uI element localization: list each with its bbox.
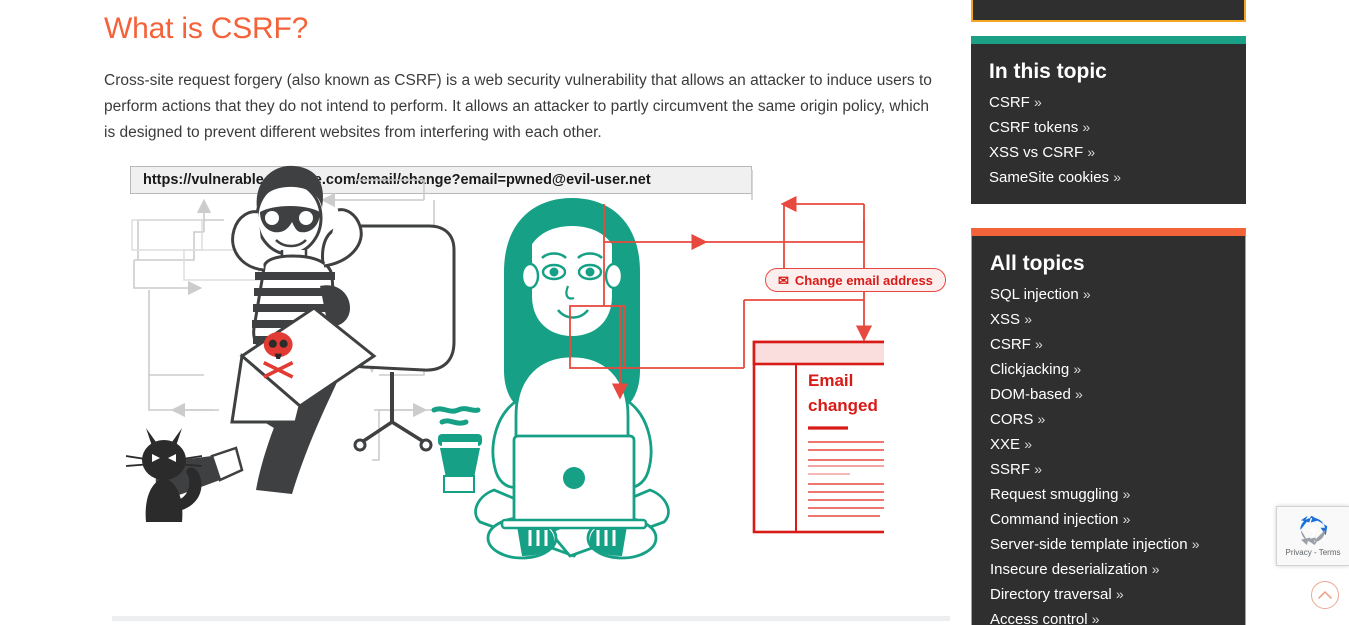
sidebar-item-label: Server-side template injection (990, 536, 1188, 553)
sidebar-item-label: Insecure deserialization (990, 561, 1148, 578)
attacker-figure (155, 165, 456, 496)
chevron-right-icon: » (1075, 386, 1083, 402)
all-topics-heading: All topics (990, 252, 1085, 275)
list-item: XSS vs CSRF » (989, 140, 1246, 165)
chevron-right-icon: » (1091, 611, 1100, 625)
sidebar-item-xss[interactable]: XSS » (990, 307, 1245, 332)
victim-figure (474, 198, 670, 560)
chevron-right-icon: » (1113, 169, 1122, 185)
chevron-right-icon: » (1191, 536, 1200, 552)
sidebar-item-request-smuggling[interactable]: Request smuggling » (990, 482, 1245, 507)
list-item: CSRF » (990, 332, 1245, 357)
sidebar-item-label: CORS (990, 411, 1034, 428)
intro-paragraph: Cross-site request forgery (also known a… (104, 72, 932, 141)
list-item: Request smuggling » (990, 482, 1245, 507)
chevron-right-icon: » (1151, 561, 1160, 577)
sidebar-item-csrf[interactable]: CSRF » (989, 90, 1246, 115)
cat-figure (125, 428, 203, 522)
change-email-pill: ✉ Change email address (765, 268, 946, 292)
sidebar-item-label: DOM-based (990, 386, 1071, 403)
chevron-right-icon: » (1115, 586, 1124, 602)
list-item: Directory traversal » (990, 582, 1245, 607)
recaptcha-legal-text[interactable]: Privacy - Terms (1286, 548, 1341, 557)
sidebar-item-label: SSRF (990, 461, 1031, 478)
sidebar-item-label: XSS (990, 311, 1021, 328)
diagram-illustration (125, 165, 884, 560)
chevron-right-icon: » (1037, 411, 1046, 427)
envelope-icon: ✉ (778, 272, 789, 288)
in-this-topic-panel: In this topic CSRF » CSRF tokens » XSS v… (971, 36, 1246, 204)
in-this-topic-list: CSRF » CSRF tokens » XSS vs CSRF » SameS… (989, 90, 1246, 190)
list-item: DOM-based » (990, 382, 1245, 407)
chevron-right-icon: » (1082, 286, 1091, 302)
sidebar-item-xxe[interactable]: XXE » (990, 432, 1245, 457)
chevron-right-icon: » (1073, 361, 1082, 377)
chevron-right-icon: » (1122, 511, 1131, 527)
sidebar-item-label: CSRF (990, 336, 1031, 353)
sidebar-item-samesite-cookies[interactable]: SameSite cookies » (989, 165, 1246, 190)
sidebar-item-directory-traversal[interactable]: Directory traversal » (990, 582, 1245, 607)
list-item: SSRF » (990, 457, 1245, 482)
main-content: What is CSRF? Cross-site request forgery… (104, 0, 950, 625)
sidebar-item-label: XSS vs CSRF (989, 144, 1084, 161)
list-item: SameSite cookies » (989, 165, 1246, 190)
sidebar-item-label: SameSite cookies (989, 169, 1110, 186)
list-item: Access control » (990, 607, 1245, 625)
chevron-right-icon: » (1082, 119, 1091, 135)
chevron-right-icon: » (1034, 461, 1042, 477)
chevron-right-icon: » (1024, 311, 1032, 327)
sidebar-item-label: Request smuggling (990, 486, 1119, 503)
chevron-right-icon: » (1087, 144, 1096, 160)
sidebar-item-csrf-tokens[interactable]: CSRF tokens » (989, 115, 1246, 140)
list-item: CSRF tokens » (989, 115, 1246, 140)
sidebar-item-label: XXE (990, 436, 1021, 453)
page-root: What is CSRF? Cross-site request forgery… (0, 0, 1349, 625)
chevron-up-icon (1318, 591, 1332, 599)
sidebar-item-label: SQL injection (990, 286, 1079, 303)
sidebar-item-sql-injection[interactable]: SQL injection » (990, 282, 1245, 307)
partial-panel-above (971, 0, 1246, 22)
sidebar-item-xss-vs-csrf[interactable]: XSS vs CSRF » (989, 140, 1246, 165)
list-item: XSS » (990, 307, 1245, 332)
sidebar-item-ssti[interactable]: Server-side template injection » (990, 532, 1245, 557)
sidebar-item-label: Access control (990, 611, 1088, 625)
all-topics-panel: All topics SQL injection » XSS » CSRF » … (971, 228, 1246, 625)
list-item: CSRF » (989, 90, 1246, 115)
sidebar-item-label: Clickjacking (990, 361, 1070, 378)
list-item: Command injection » (990, 507, 1245, 532)
list-item: Server-side template injection » (990, 532, 1245, 557)
sidebar-item-command-injection[interactable]: Command injection » (990, 507, 1245, 532)
list-item: SQL injection » (990, 282, 1245, 307)
scroll-to-top-button[interactable] (1311, 581, 1339, 609)
chevron-right-icon: » (1024, 436, 1032, 452)
list-item: Insecure deserialization » (990, 557, 1245, 582)
sidebar-item-clickjacking[interactable]: Clickjacking » (990, 357, 1245, 382)
sidebar-item-label: CSRF tokens (989, 119, 1079, 136)
coffee-cup (431, 406, 482, 493)
chevron-right-icon: » (1035, 336, 1043, 352)
list-item: CORS » (990, 407, 1245, 432)
page-title: What is CSRF? (104, 12, 309, 45)
sidebar-item-access-control[interactable]: Access control » (990, 607, 1245, 625)
sidebar-item-dom-based[interactable]: DOM-based » (990, 382, 1245, 407)
chevron-right-icon: » (1122, 486, 1131, 502)
change-email-label: Change email address (794, 272, 933, 288)
sidebar-item-label: CSRF (989, 94, 1030, 111)
sidebar-item-ssrf[interactable]: SSRF » (990, 457, 1245, 482)
list-item: Clickjacking » (990, 357, 1245, 382)
sidebar-item-cors[interactable]: CORS » (990, 407, 1245, 432)
sidebar-item-label: Directory traversal (990, 586, 1112, 603)
recaptcha-badge[interactable]: Privacy - Terms (1276, 506, 1349, 566)
sidebar-item-insecure-deserialization[interactable]: Insecure deserialization » (990, 557, 1245, 582)
chevron-right-icon: » (1034, 94, 1042, 110)
csrf-diagram: https://vulnerable-website.com/email/cha… (124, 160, 946, 580)
sidebar-item-csrf-all[interactable]: CSRF » (990, 332, 1245, 357)
in-this-topic-heading: In this topic (989, 60, 1107, 83)
list-item: XXE » (990, 432, 1245, 457)
recaptcha-icon (1300, 515, 1328, 545)
content-divider (112, 616, 950, 621)
sidebar-item-label: Command injection (990, 511, 1119, 528)
all-topics-list: SQL injection » XSS » CSRF » Clickjackin… (990, 282, 1245, 625)
result-window-title: Email changed (808, 371, 878, 415)
